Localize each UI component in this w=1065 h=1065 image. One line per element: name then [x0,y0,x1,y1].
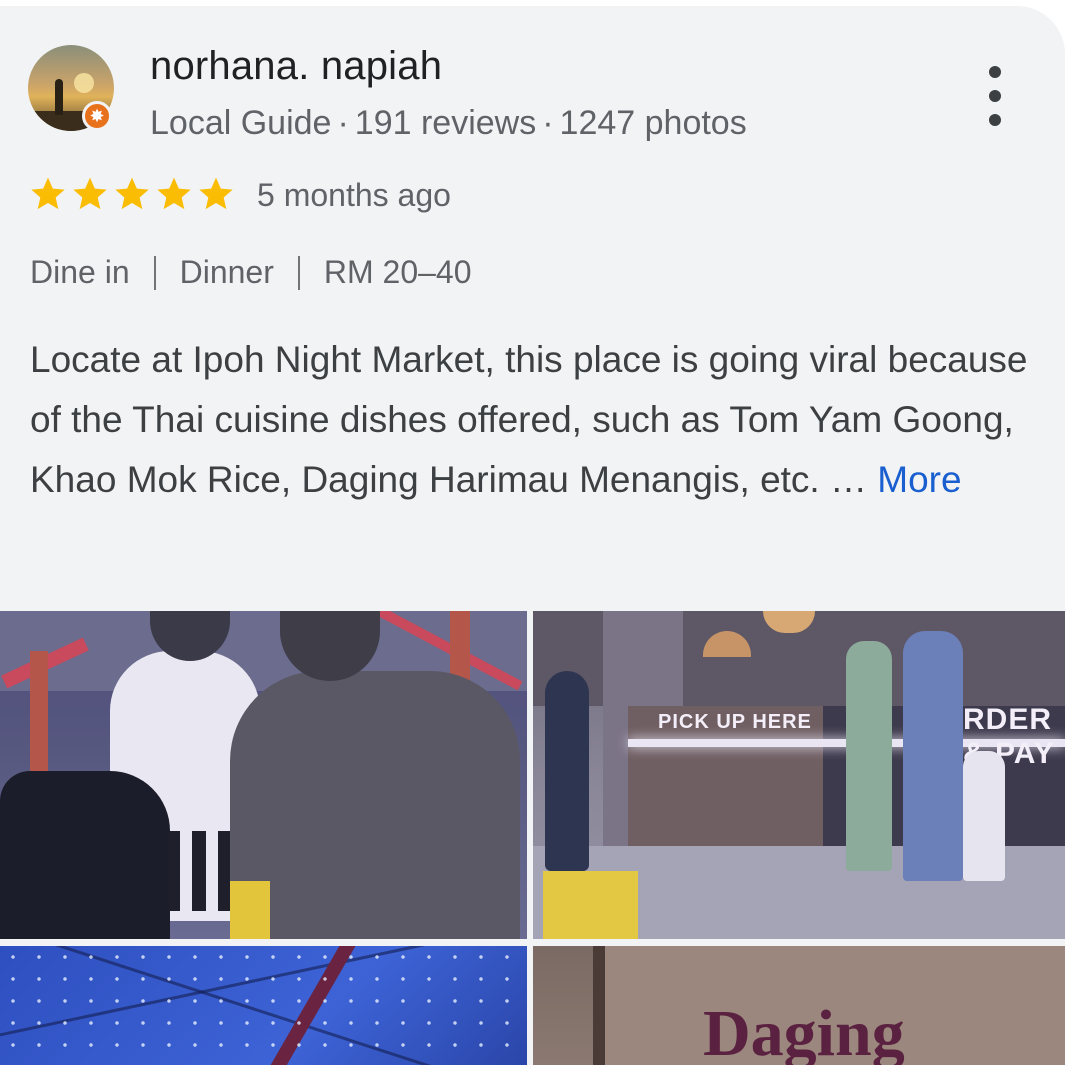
review-attributes: Dine in Dinner RM 20–40 [30,254,472,291]
review-photo-4[interactable]: Daging [533,946,1065,1065]
attribute-divider [153,255,156,290]
star-icon [157,177,191,210]
star-icon [199,177,233,210]
star-icon [115,177,149,210]
meta-separator: · [337,104,349,142]
review-card: ✸ norhana. napiah Local Guide · 191 review… [0,6,1065,1065]
attribute-price: RM 20–40 [323,254,472,290]
review-photo-1[interactable] [0,611,527,939]
star-icon [73,177,107,210]
reviewer-role: Local Guide [150,104,332,142]
review-text: Locate at Ipoh Night Market, this place … [30,330,1030,510]
pickup-sign: PICK UP HERE [658,711,812,733]
local-guide-badge-icon: ✸ [82,101,112,131]
star-icon [31,177,65,210]
more-vert-icon[interactable] [978,66,1012,126]
review-photo-2[interactable]: PICK UP HERE RDER & PAY [533,611,1065,939]
review-time: 5 months ago [257,177,451,213]
star-rating [28,174,236,214]
photo-count: 1247 photos [559,104,747,142]
attribute-divider [297,255,300,290]
attribute-meal-type: Dinner [179,254,274,290]
avatar[interactable]: ✸ [28,45,114,131]
meta-separator: · [542,104,554,142]
reviewer-meta: Local Guide · 191 reviews · 1247 photos [150,104,747,143]
review-photo-3[interactable] [0,946,527,1065]
daging-sign: Daging [703,997,905,1065]
review-count: 191 reviews [354,104,537,142]
reviewer-name[interactable]: norhana. napiah [150,44,442,89]
attribute-dining-option: Dine in [30,254,130,290]
more-link[interactable]: More [877,459,961,500]
